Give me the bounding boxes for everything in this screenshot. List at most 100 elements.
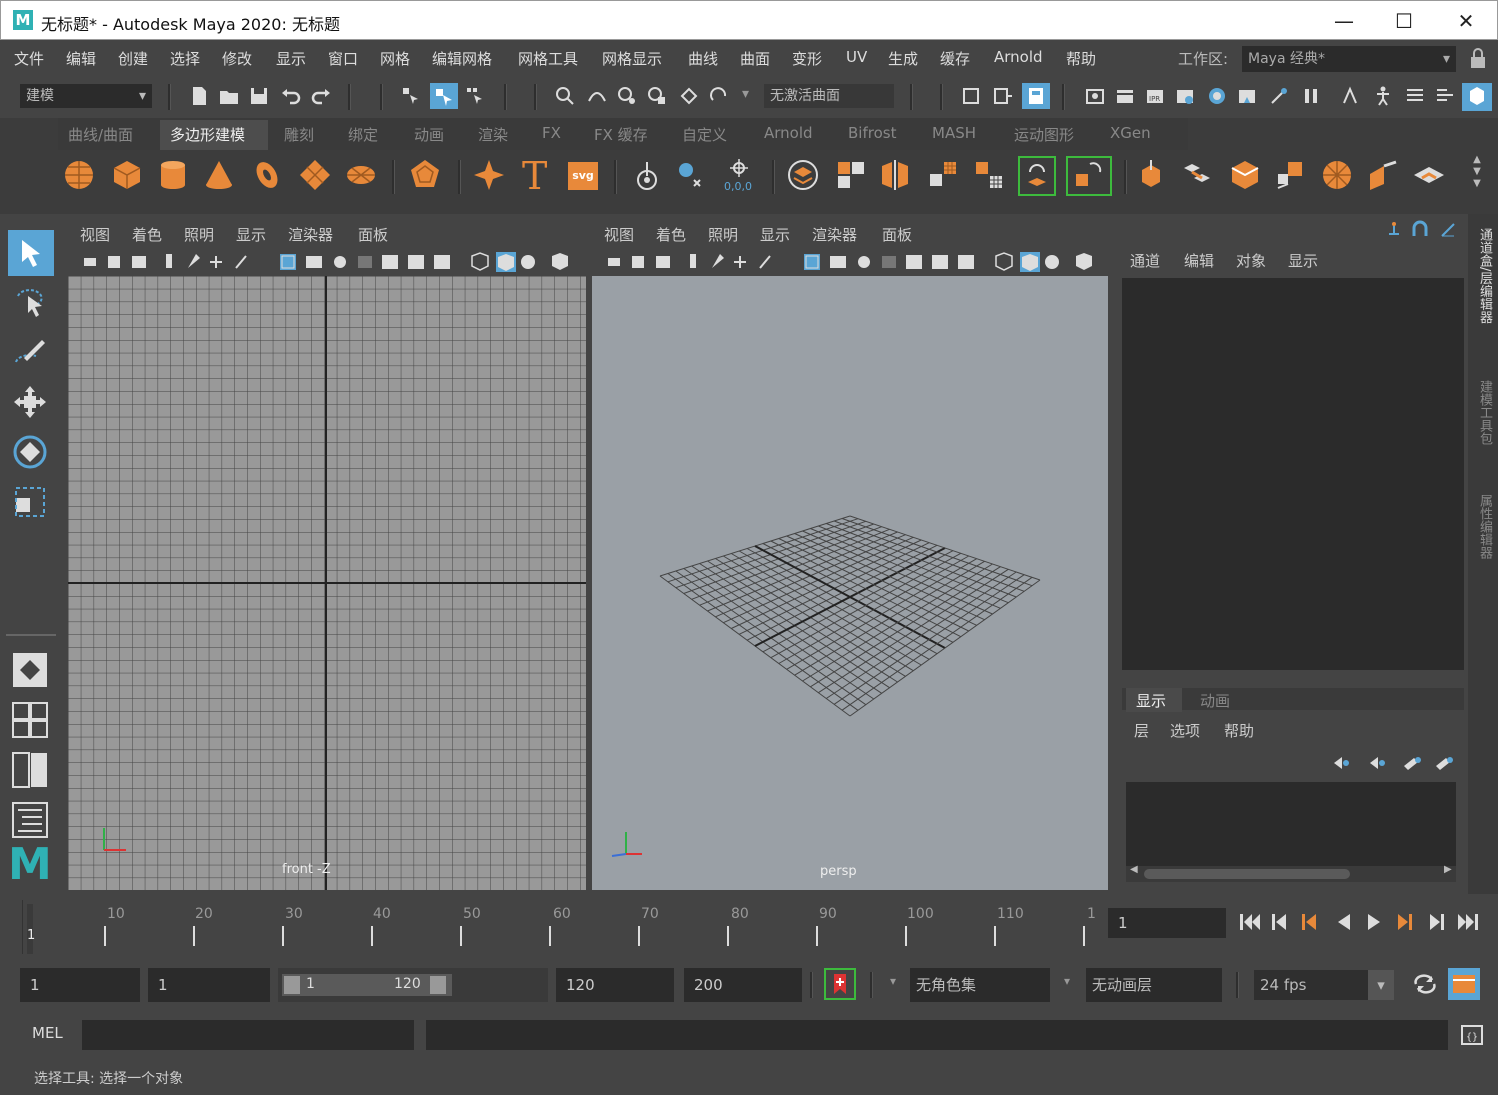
command-mode-label[interactable]: MEL (32, 1024, 63, 1042)
shelf-tab-mash[interactable]: MASH (932, 124, 976, 142)
lock-icon[interactable] (1468, 48, 1488, 70)
chevron-down-icon[interactable]: ▾ (742, 86, 749, 102)
vp-menu-view[interactable]: 视图 (604, 224, 634, 245)
retopologize-icon[interactable] (1072, 158, 1106, 192)
shelf-tab-xgen[interactable]: XGen (1110, 124, 1151, 142)
viewport-persp[interactable]: persp (592, 276, 1108, 890)
character-set-dropdown[interactable]: 无角色集 (910, 968, 1050, 1002)
fps-dropdown[interactable]: 24 fps ▾ (1254, 970, 1394, 1000)
menu-surfaces[interactable]: 曲面 (740, 48, 770, 69)
loop-icon[interactable] (1412, 972, 1438, 996)
shelf-scroll[interactable]: ▲ ▼ ▼ (1470, 154, 1484, 190)
menu-create[interactable]: 创建 (118, 48, 148, 69)
arnold-render-icon[interactable] (1236, 85, 1258, 107)
center-pivot-icon[interactable] (674, 158, 708, 192)
menu-mesh-display[interactable]: 网格显示 (602, 48, 662, 69)
shelf-tab-arnold[interactable]: Arnold (764, 124, 813, 142)
hypershade-icon[interactable] (1206, 85, 1228, 107)
open-scene-icon[interactable] (218, 85, 240, 107)
menu-uv[interactable]: UV (846, 48, 867, 66)
scroll-thumb[interactable] (1144, 869, 1350, 879)
range-slider[interactable]: 1 120 (278, 968, 548, 1002)
menu-mesh-tools[interactable]: 网格工具 (518, 48, 578, 69)
render-frame-icon[interactable] (1114, 85, 1136, 107)
viewport-front[interactable]: front -Z (68, 276, 586, 890)
viewport-toolbar-icons[interactable] (76, 252, 586, 272)
human-ik-icon[interactable] (1372, 85, 1394, 107)
channel-menu-object[interactable]: 对象 (1236, 250, 1266, 271)
chevron-down-icon[interactable]: ▾ (890, 974, 896, 988)
snap-view-plane-icon[interactable] (646, 85, 668, 107)
shelf-tab-poly-modeling[interactable]: 多边形建模 (170, 124, 245, 145)
chevron-down-icon[interactable]: ▾ (1064, 974, 1070, 988)
layer-menu-layers[interactable]: 层 (1134, 720, 1149, 741)
shelf-tab-motion-graphics[interactable]: 运动图形 (1014, 124, 1074, 145)
vp-menu-panels[interactable]: 面板 (882, 224, 912, 245)
auto-key-icon[interactable] (828, 972, 852, 996)
layer-scrollbar[interactable]: ◀ ▶ (1126, 864, 1456, 882)
channel-box-area[interactable] (1122, 278, 1464, 670)
layer-menu-help[interactable]: 帮助 (1224, 720, 1254, 741)
playback-end-field[interactable]: 120 (556, 968, 674, 1002)
svg-tool-icon[interactable]: svg (568, 162, 598, 190)
layer-tab-animation[interactable]: 动画 (1200, 690, 1230, 711)
poly-disc-icon[interactable] (344, 158, 378, 192)
layer-tab-display[interactable]: 显示 (1136, 690, 1166, 711)
snap-orient-icon[interactable] (708, 85, 730, 107)
output-connections-icon[interactable] (992, 85, 1014, 107)
target-weld-icon[interactable] (1366, 158, 1400, 192)
paint-select-tool-icon[interactable] (10, 332, 50, 372)
select-tool-icon[interactable] (12, 234, 52, 274)
side-tab-channel-box[interactable]: 通道盒/层编辑器 (1472, 228, 1494, 323)
scale-tool-icon[interactable] (10, 482, 50, 522)
time-ruler[interactable]: 1 10 20 30 40 50 60 70 80 90 100 110 1 (22, 900, 1101, 954)
menu-mesh[interactable]: 网格 (380, 48, 410, 69)
lasso-tool-icon[interactable] (10, 282, 50, 322)
maximize-button[interactable]: ☐ (1381, 7, 1427, 35)
menu-curves[interactable]: 曲线 (688, 48, 718, 69)
animation-start-field[interactable]: 1 (20, 968, 140, 1002)
poly-torus-icon[interactable] (250, 158, 284, 192)
vp-menu-renderer[interactable]: 渲染器 (288, 224, 333, 245)
channel-menu-edit[interactable]: 编辑 (1184, 250, 1214, 271)
snap-point-icon[interactable] (616, 85, 638, 107)
range-slider-handle-start[interactable] (284, 976, 300, 994)
menu-modify[interactable]: 修改 (222, 48, 252, 69)
shelf-tab-custom[interactable]: 自定义 (682, 124, 727, 145)
reduce-icon[interactable] (972, 158, 1006, 192)
side-by-side-layout-icon[interactable] (10, 750, 50, 790)
select-component-icon[interactable] (464, 85, 486, 107)
time-slider[interactable]: 1 10 20 30 40 50 60 70 80 90 100 110 1 1 (0, 896, 1498, 958)
bevel-icon[interactable] (1228, 158, 1262, 192)
rotate-tool-icon[interactable] (10, 432, 50, 472)
channel-box-toggle-icon[interactable] (1462, 83, 1492, 111)
shelf-tab-sculpting[interactable]: 雕刻 (284, 124, 314, 145)
menu-arnold[interactable]: Arnold (994, 48, 1043, 66)
side-tab-modeling-toolkit[interactable]: 建模工具包 (1472, 380, 1494, 445)
single-perspective-layout-icon[interactable] (10, 650, 50, 690)
snap-live-icon[interactable] (678, 85, 700, 107)
select-hierarchy-icon[interactable] (400, 85, 422, 107)
menu-help[interactable]: 帮助 (1066, 48, 1096, 69)
scroll-left-icon[interactable]: ◀ (1130, 864, 1138, 875)
vp-menu-shading[interactable]: 着色 (656, 224, 686, 245)
vp-menu-lighting[interactable]: 照明 (184, 224, 214, 245)
snap-grid-icon[interactable] (554, 85, 576, 107)
quad-draw-icon[interactable] (1412, 158, 1446, 192)
poly-sphere-icon[interactable] (62, 158, 96, 192)
ipr-render-icon[interactable]: IPR (1144, 85, 1166, 107)
panel-header-icons[interactable] (1386, 220, 1466, 240)
xgen-icon[interactable] (1340, 85, 1362, 107)
side-tab-attribute-editor[interactable]: 属性编辑器 (1472, 494, 1494, 559)
multi-cut-icon[interactable] (1320, 158, 1354, 192)
menu-deform[interactable]: 变形 (792, 48, 822, 69)
menu-edit[interactable]: 编辑 (66, 48, 96, 69)
pause-icon[interactable] (1300, 85, 1322, 107)
separate-icon[interactable] (834, 158, 868, 192)
layer-buttons[interactable] (1330, 754, 1460, 772)
layer-list[interactable] (1126, 782, 1456, 866)
shelf-tab-rigging[interactable]: 绑定 (348, 124, 378, 145)
minimize-button[interactable]: — (1321, 7, 1367, 35)
animation-end-field[interactable]: 200 (684, 968, 802, 1002)
save-scene-icon[interactable] (248, 85, 270, 107)
